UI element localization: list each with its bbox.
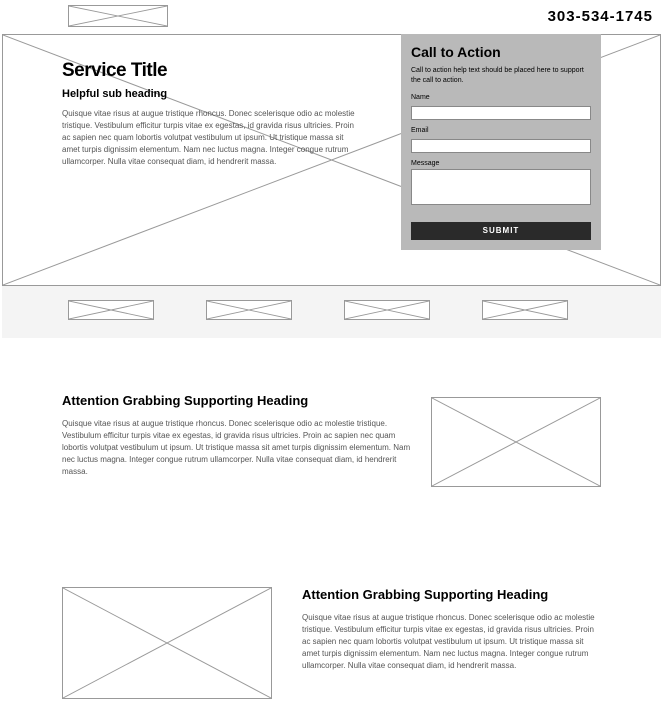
- logo-band: [2, 286, 661, 338]
- message-label: Message: [411, 160, 591, 167]
- header: 303-534-1745: [0, 0, 663, 32]
- partner-logo-placeholder: [206, 300, 292, 320]
- name-label: Name: [411, 94, 591, 101]
- service-subheading: Helpful sub heading: [62, 88, 362, 100]
- cta-panel: Call to Action Call to action help text …: [401, 34, 601, 250]
- feature-2-body: Quisque vitae risus at augue tristique r…: [302, 612, 601, 672]
- cta-help-text: Call to action help text should be place…: [411, 66, 591, 86]
- feature-1-image-placeholder: [431, 397, 601, 487]
- submit-button[interactable]: SUBMIT: [411, 222, 591, 240]
- feature-section-2: Attention Grabbing Supporting Heading Qu…: [0, 527, 663, 719]
- email-input[interactable]: [411, 139, 591, 153]
- logo-placeholder: [68, 5, 168, 27]
- partner-logo-placeholder: [482, 300, 568, 320]
- partner-logo-placeholder: [68, 300, 154, 320]
- hero-content: Service Title Helpful sub heading Quisqu…: [62, 60, 362, 168]
- feature-1-body: Quisque vitae risus at augue tristique r…: [62, 418, 413, 478]
- service-body: Quisque vitae risus at augue tristique r…: [62, 108, 362, 168]
- cta-heading: Call to Action: [411, 44, 591, 60]
- feature-1-heading: Attention Grabbing Supporting Heading: [62, 393, 413, 410]
- feature-section-1: Attention Grabbing Supporting Heading Qu…: [0, 338, 663, 527]
- hero-section: Service Title Helpful sub heading Quisqu…: [2, 34, 661, 286]
- name-input[interactable]: [411, 106, 591, 120]
- partner-logo-placeholder: [344, 300, 430, 320]
- phone-number: 303-534-1745: [548, 8, 653, 25]
- service-title: Service Title: [62, 60, 362, 82]
- feature-2-heading: Attention Grabbing Supporting Heading: [302, 587, 601, 604]
- feature-2-image-placeholder: [62, 587, 272, 699]
- message-input[interactable]: [411, 169, 591, 205]
- email-label: Email: [411, 127, 591, 134]
